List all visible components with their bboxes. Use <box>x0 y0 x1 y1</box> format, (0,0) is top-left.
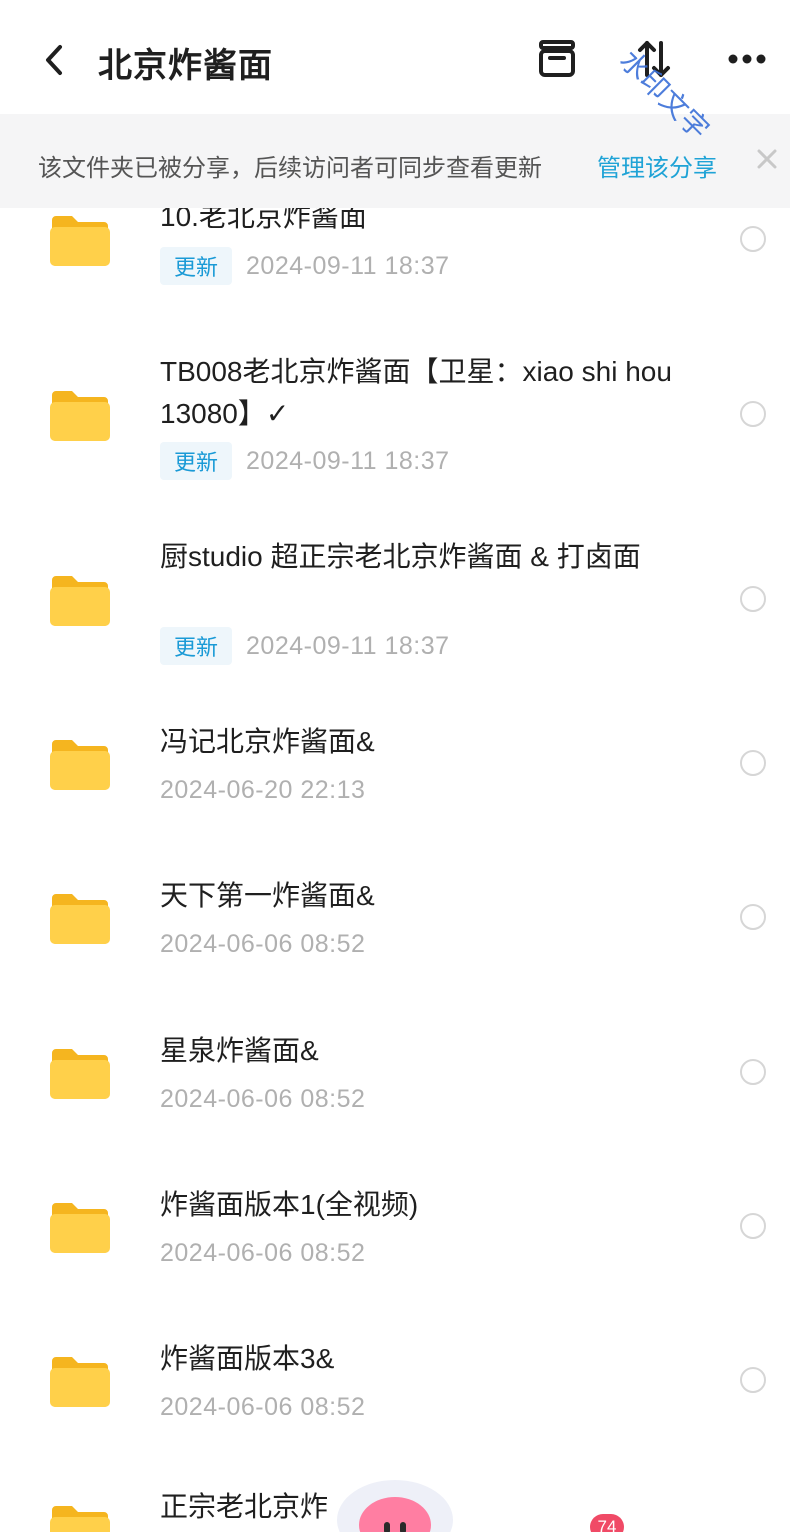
modified-date: 2024-06-06 08:52 <box>160 1392 366 1421</box>
folder-icon <box>50 894 110 944</box>
list-item[interactable]: 厨studio 超正宗老北京炸酱面 & 打卤面 更新 2024-09-11 18… <box>0 528 790 688</box>
modified-date: 2024-06-20 22:13 <box>160 775 366 804</box>
folder-name: 炸酱面版本1(全视频) <box>160 1189 419 1220</box>
list-item[interactable]: 10.老北京炸酱面 更新 2024-09-11 18:37 <box>0 208 790 323</box>
list-item[interactable]: 炸酱面版本1(全视频) 2024-06-06 08:52 <box>0 1181 790 1291</box>
select-radio[interactable] <box>740 1367 766 1393</box>
archive-box-icon <box>539 40 575 77</box>
update-badge: 更新 <box>160 627 233 665</box>
folder-name: 冯记北京炸酱面& <box>160 726 375 757</box>
modified-date: 2024-09-11 18:37 <box>246 251 450 280</box>
select-radio[interactable] <box>740 586 766 612</box>
list-item[interactable]: 冯记北京炸酱面& 2024-06-20 22:13 <box>0 718 790 828</box>
share-banner-close-button[interactable] <box>752 144 782 174</box>
list-item[interactable]: 炸酱面版本3& 2024-06-06 08:52 <box>0 1335 790 1445</box>
folder-name: 厨studio 超正宗老北京炸酱面 & 打卤面 <box>160 541 641 572</box>
chevron-left-icon <box>46 45 62 75</box>
select-radio[interactable] <box>740 1213 766 1239</box>
select-radio[interactable] <box>740 401 766 427</box>
select-radio[interactable] <box>740 1059 766 1085</box>
modified-date: 2024-06-06 08:52 <box>160 1238 366 1267</box>
folder-name: TB008老北京炸酱面【卫星：xiao shi hou 13080】✓ <box>160 356 672 429</box>
folder-name: 10.老北京炸酱面 <box>160 208 367 232</box>
folder-name: 炸酱面版本3& <box>160 1343 335 1374</box>
list-item[interactable]: TB008老北京炸酱面【卫星：xiao shi hou 13080】✓ 更新 2… <box>0 343 790 503</box>
back-button[interactable] <box>30 36 78 84</box>
folder-icon <box>50 1357 110 1407</box>
more-dots-icon <box>728 54 766 64</box>
modified-date: 2024-09-11 18:37 <box>246 446 450 475</box>
share-message: 该文件夹已被分享，后续访问者可同步查看更新 <box>38 155 542 182</box>
select-radio[interactable] <box>740 904 766 930</box>
folder-icon <box>50 1049 110 1099</box>
close-icon <box>757 149 777 169</box>
file-list: 10.老北京炸酱面 更新 2024-09-11 18:37 TB008老北京炸酱… <box>0 208 790 1532</box>
folder-name: 天下第一炸酱面& <box>160 880 375 911</box>
notification-count-badge: 74 <box>590 1514 624 1532</box>
folder-icon <box>50 576 110 626</box>
modified-date: 2024-06-06 08:52 <box>160 929 366 958</box>
folder-icon <box>50 391 110 441</box>
mascot-icon[interactable] <box>330 1470 460 1532</box>
select-radio[interactable] <box>740 226 766 252</box>
select-radio[interactable] <box>740 750 766 776</box>
list-item[interactable]: 星泉炸酱面& 2024-06-06 08:52 <box>0 1027 790 1137</box>
list-item[interactable]: 天下第一炸酱面& 2024-06-06 08:52 <box>0 872 790 982</box>
folder-icon <box>50 216 110 266</box>
manage-share-link[interactable]: 管理该分享 <box>597 148 717 183</box>
folder-icon <box>50 740 110 790</box>
folder-name: 星泉炸酱面& <box>160 1035 319 1066</box>
folder-icon <box>50 1203 110 1253</box>
page-title: 北京炸酱面 <box>98 47 273 85</box>
more-button[interactable] <box>722 34 772 84</box>
update-badge: 更新 <box>160 442 233 480</box>
modified-date: 2024-09-11 18:37 <box>246 631 450 660</box>
modified-date: 2024-06-06 08:52 <box>160 1084 366 1113</box>
archive-button[interactable] <box>532 34 582 84</box>
update-badge: 更新 <box>160 247 233 285</box>
